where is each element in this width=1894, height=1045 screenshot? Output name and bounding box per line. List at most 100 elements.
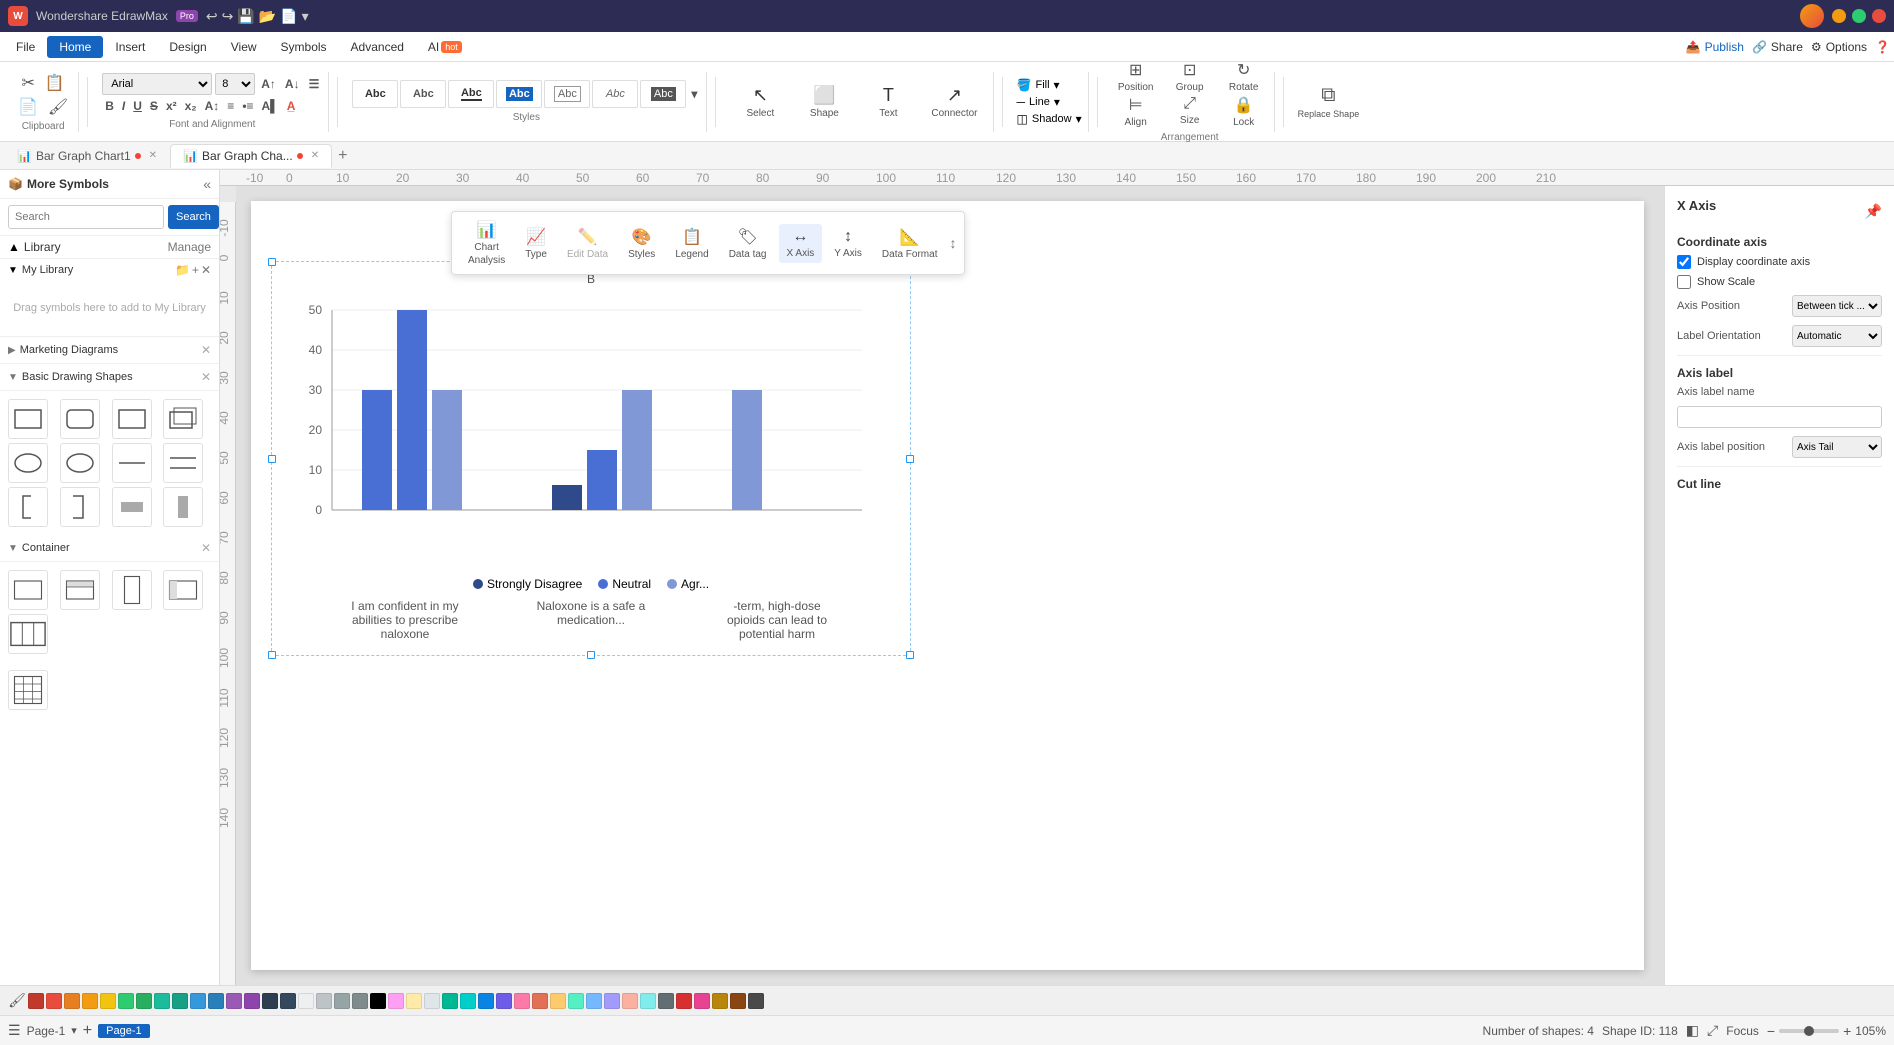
menu-ai[interactable]: AI hot	[416, 36, 474, 58]
styles-more-button[interactable]: ▾	[688, 86, 700, 102]
label-orientation-select[interactable]: Automatic	[1792, 325, 1882, 347]
color-swatch-9[interactable]	[190, 993, 206, 1009]
color-fill-tool[interactable]: 🖌	[8, 992, 26, 1010]
axis-label-position-select[interactable]: Axis Tail	[1792, 436, 1882, 458]
table-shape[interactable]	[8, 670, 48, 710]
redo-button[interactable]: ↪	[222, 8, 234, 25]
font-color-button[interactable]: A̲	[284, 98, 299, 114]
format-painter-button[interactable]: 🖌	[44, 95, 72, 119]
subscript-button[interactable]: x₂	[182, 98, 200, 114]
shape-oval[interactable]	[60, 443, 100, 483]
italic-button[interactable]: I	[119, 98, 128, 114]
color-swatch-33[interactable]	[622, 993, 638, 1009]
color-swatch-1[interactable]	[46, 993, 62, 1009]
category-basic[interactable]: ▼ Basic Drawing Shapes ✕	[0, 364, 219, 391]
color-swatch-29[interactable]	[550, 993, 566, 1009]
line-button[interactable]: Line	[1029, 96, 1050, 108]
color-swatch-22[interactable]	[424, 993, 440, 1009]
handle-bl[interactable]	[268, 651, 276, 659]
bar-g1-b1[interactable]	[362, 390, 392, 510]
color-swatch-2[interactable]	[64, 993, 80, 1009]
shape-tool-button[interactable]: ⬜ Shape	[794, 80, 854, 124]
color-swatch-15[interactable]	[298, 993, 314, 1009]
share-button[interactable]: 🔗 Share	[1752, 40, 1803, 54]
color-swatch-17[interactable]	[334, 993, 350, 1009]
shape-ellipse[interactable]	[8, 443, 48, 483]
tab-chart1[interactable]: 📊 Bar Graph Chart1 ✕	[4, 144, 170, 168]
shadow-button[interactable]: Shadow	[1032, 113, 1072, 125]
color-swatch-11[interactable]	[226, 993, 242, 1009]
color-swatch-6[interactable]	[136, 993, 152, 1009]
shape-line-dots[interactable]	[163, 443, 203, 483]
shape-rectangle[interactable]	[8, 399, 48, 439]
handle-br[interactable]	[906, 651, 914, 659]
style-sample-5[interactable]: Abc	[544, 80, 590, 108]
color-swatch-7[interactable]	[154, 993, 170, 1009]
shape-rounded-rect[interactable]	[60, 399, 100, 439]
bullet-button[interactable]: •≡	[239, 98, 256, 114]
font-size-select[interactable]: 8	[215, 73, 255, 95]
undo-button[interactable]: ↩	[206, 8, 218, 25]
align-button[interactable]: ⊨ Align	[1112, 95, 1160, 128]
my-library-close-button[interactable]: ✕	[201, 263, 211, 277]
zoom-out-button[interactable]: −	[1767, 1023, 1775, 1039]
open-button[interactable]: 📂	[259, 8, 276, 25]
text-dir-button[interactable]: A↕	[202, 98, 223, 114]
category-container[interactable]: ▼ Container ✕	[0, 535, 219, 562]
category-close-basic[interactable]: ✕	[201, 370, 211, 384]
style-sample-7[interactable]: Abc	[640, 80, 686, 108]
color-swatch-37[interactable]	[694, 993, 710, 1009]
bar-g1-b3[interactable]	[432, 390, 462, 510]
font-increase-button[interactable]: A↑	[258, 76, 279, 92]
container-shape-4[interactable]	[163, 570, 203, 610]
color-swatch-25[interactable]	[478, 993, 494, 1009]
color-swatch-18[interactable]	[352, 993, 368, 1009]
category-close-marketing[interactable]: ✕	[201, 343, 211, 357]
font-color-bg-button[interactable]: A▌	[259, 98, 282, 114]
layers-button[interactable]: ◧	[1686, 1022, 1699, 1039]
publish-button[interactable]: 📤 Publish	[1686, 40, 1744, 54]
color-swatch-28[interactable]	[532, 993, 548, 1009]
zoom-in-button[interactable]: +	[1843, 1023, 1851, 1039]
cut-button[interactable]: ✂	[17, 71, 38, 95]
style-sample-1[interactable]: Abc	[352, 80, 398, 108]
shape-bracket-left[interactable]	[8, 487, 48, 527]
panel-pin-button[interactable]: 📌	[1865, 203, 1882, 220]
group-button[interactable]: ⊡ Group	[1166, 60, 1214, 93]
display-coordinate-checkbox[interactable]	[1677, 255, 1691, 269]
bar-g2-b2[interactable]	[587, 450, 617, 510]
fit-button[interactable]: ⤢	[1707, 1022, 1718, 1039]
help-button[interactable]: ❓	[1875, 40, 1890, 54]
shape-rect-variant[interactable]	[112, 399, 152, 439]
data-format-button[interactable]: 📐 Data Format	[874, 223, 946, 264]
font-family-select[interactable]: Arial	[102, 73, 212, 95]
new-button[interactable]: 📄	[280, 8, 297, 25]
paste-button[interactable]: 📄	[14, 95, 42, 119]
maximize-button[interactable]	[1852, 9, 1866, 23]
edit-data-button[interactable]: ✏️ Edit Data	[559, 223, 616, 264]
style-sample-3[interactable]: Abc	[448, 80, 494, 108]
minimize-button[interactable]	[1832, 9, 1846, 23]
lock-button[interactable]: 🔒 Lock	[1220, 95, 1268, 128]
color-swatch-5[interactable]	[118, 993, 134, 1009]
color-swatch-24[interactable]	[460, 993, 476, 1009]
data-tag-button[interactable]: 🏷 Data tag	[721, 223, 775, 264]
underline-button[interactable]: U	[130, 98, 145, 114]
color-swatch-36[interactable]	[676, 993, 692, 1009]
legend-button[interactable]: 📋 Legend	[667, 223, 716, 264]
container-shape-5[interactable]	[8, 614, 48, 654]
styles-chart-button[interactable]: 🎨 Styles	[620, 223, 663, 264]
replace-shape-button[interactable]: ⧉ Replace Shape	[1298, 84, 1360, 119]
menu-advanced[interactable]: Advanced	[339, 36, 416, 58]
font-decrease-button[interactable]: A↓	[282, 76, 303, 92]
shape-rect-3d[interactable]	[163, 399, 203, 439]
shape-bar-shape[interactable]	[112, 487, 152, 527]
color-swatch-32[interactable]	[604, 993, 620, 1009]
color-swatch-23[interactable]	[442, 993, 458, 1009]
sidebar-collapse-button[interactable]: «	[203, 176, 211, 192]
color-swatch-39[interactable]	[730, 993, 746, 1009]
text-tool-button[interactable]: T Text	[858, 80, 918, 124]
rotate-button[interactable]: ↻ Rotate	[1220, 60, 1268, 93]
color-swatch-21[interactable]	[406, 993, 422, 1009]
category-close-container[interactable]: ✕	[201, 541, 211, 555]
